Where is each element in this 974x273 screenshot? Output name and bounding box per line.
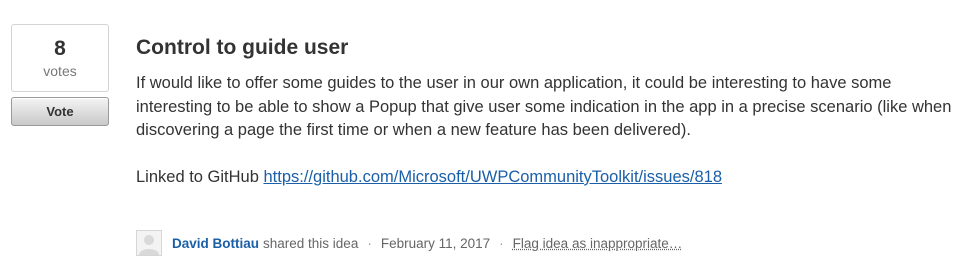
idea-meta: David Bottiau shared this idea · Februar… xyxy=(136,229,682,257)
flag-inappropriate-link[interactable]: Flag idea as inappropriate… xyxy=(513,236,683,251)
linked-prefix: Linked to GitHub xyxy=(136,168,259,186)
author-link[interactable]: David Bottiau xyxy=(172,236,259,251)
idea-body-text: If would like to offer some guides to th… xyxy=(136,74,952,139)
meta-separator: · xyxy=(367,235,372,251)
meta-separator: · xyxy=(499,235,504,251)
vote-count-label: votes xyxy=(43,63,77,79)
github-issue-link[interactable]: https://github.com/Microsoft/UWPCommunit… xyxy=(264,168,723,186)
vote-count: 8 xyxy=(54,37,66,60)
idea-card: 8 votes Vote Control to guide user If wo… xyxy=(0,0,974,273)
idea-title: Control to guide user xyxy=(136,36,349,59)
vote-button[interactable]: Vote xyxy=(11,97,109,126)
idea-date: February 11, 2017 xyxy=(380,235,491,251)
vote-count-box: 8 votes xyxy=(11,24,109,92)
idea-description: If would like to offer some guides to th… xyxy=(136,72,956,190)
default-user-avatar-icon[interactable] xyxy=(136,230,162,256)
github-link-line: Linked to GitHub https://github.com/Micr… xyxy=(136,166,956,190)
shared-action-text: shared this idea xyxy=(263,235,359,251)
